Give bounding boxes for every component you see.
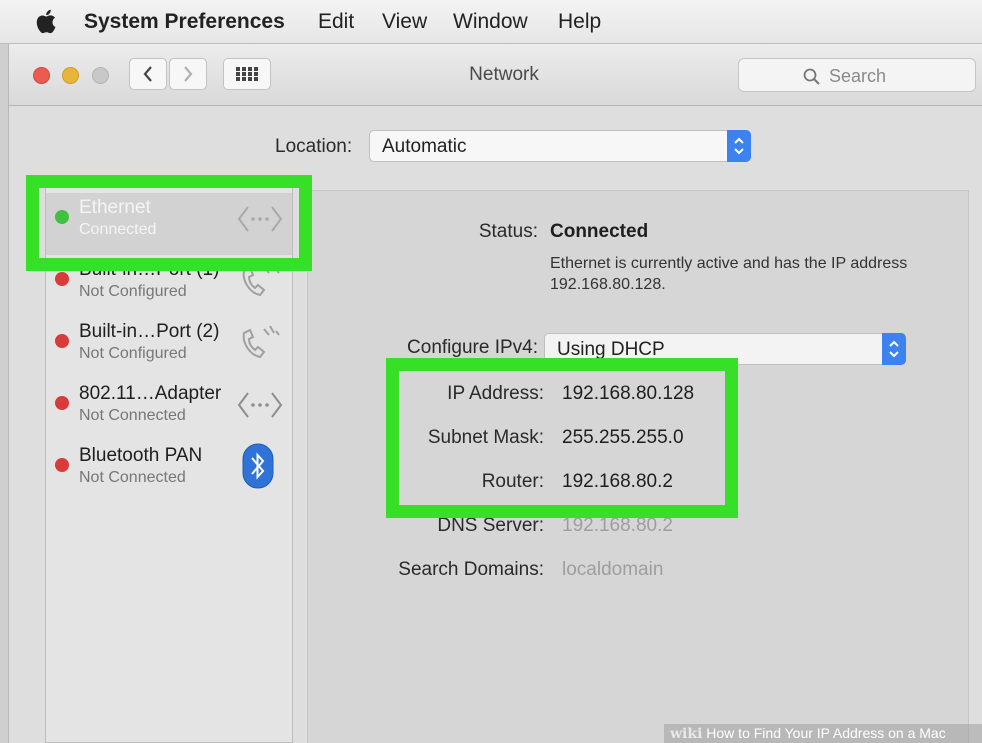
phone-modem-icon <box>242 325 280 359</box>
watermark-brand: wiki <box>670 726 703 742</box>
status-label: Status: <box>478 221 538 242</box>
menu-edit[interactable]: Edit <box>318 10 354 34</box>
title-bar: Network Search <box>9 44 982 106</box>
location-label: Location: <box>275 136 353 157</box>
service-item-bluetooth-pan[interactable]: Bluetooth PAN Not Connected <box>46 441 292 503</box>
apple-menu-icon[interactable] <box>34 7 60 35</box>
search-domains-value: localdomain <box>562 559 664 580</box>
status-description: Ethernet is currently active and has the… <box>550 255 908 293</box>
service-status: Not Configured <box>79 283 187 300</box>
bluetooth-icon <box>242 443 274 489</box>
status-dot <box>55 334 69 348</box>
search-icon <box>803 68 820 85</box>
search-placeholder: Search <box>829 66 887 86</box>
location-select[interactable]: Automatic <box>369 130 751 162</box>
menu-help[interactable]: Help <box>558 10 601 34</box>
search-input[interactable]: Search <box>738 58 976 92</box>
select-stepper-icon <box>882 333 906 365</box>
service-status: Not Connected <box>79 407 186 424</box>
watermark: wiki How to Find Your IP Address on a Ma… <box>664 724 982 743</box>
service-name: Built-in…Port (2) <box>79 321 220 342</box>
status-value: Connected <box>550 221 649 242</box>
service-item-builtin-port-2[interactable]: Built-in…Port (2) Not Configured <box>46 317 292 379</box>
ip-details-highlight-box <box>386 358 738 518</box>
menu-bar: System Preferences Edit View Window Help <box>0 0 982 44</box>
service-name: 802.11…Adapter <box>79 383 222 404</box>
menu-window[interactable]: Window <box>453 10 528 34</box>
service-name: Bluetooth PAN <box>79 445 203 466</box>
watermark-text: How to Find Your IP Address on a Mac <box>706 725 946 741</box>
ethernet-arrows-icon <box>237 392 283 418</box>
dns-server-label: DNS Server: <box>437 515 544 536</box>
menu-app-name[interactable]: System Preferences <box>84 10 285 34</box>
configure-ipv4-label: Configure IPv4: <box>407 337 538 358</box>
service-status: Not Connected <box>79 469 186 486</box>
menu-view[interactable]: View <box>382 10 427 34</box>
service-status: Not Configured <box>79 345 187 362</box>
service-item-wifi-adapter[interactable]: 802.11…Adapter Not Connected <box>46 379 292 441</box>
status-dot <box>55 272 69 286</box>
status-dot <box>55 458 69 472</box>
status-dot <box>55 396 69 410</box>
select-stepper-icon <box>727 130 751 162</box>
dns-server-value: 192.168.80.2 <box>562 515 673 536</box>
search-domains-label: Search Domains: <box>398 559 544 580</box>
ethernet-highlight-box <box>26 175 312 271</box>
location-value: Automatic <box>382 136 467 157</box>
